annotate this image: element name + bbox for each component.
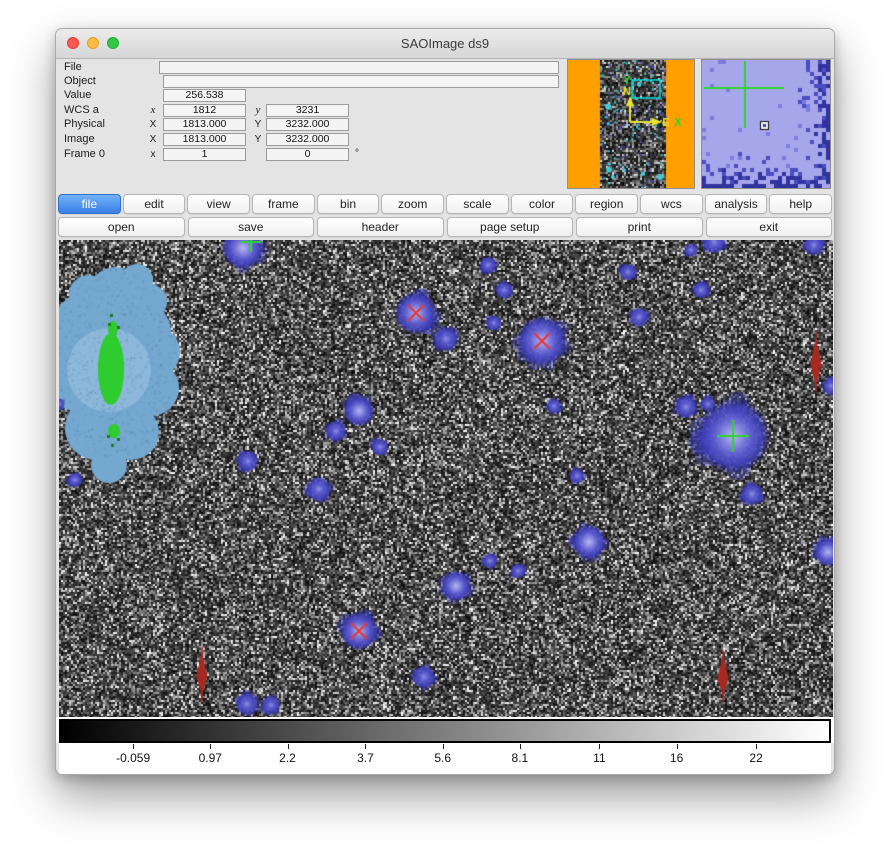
wcs-x-label: x	[148, 104, 158, 116]
menu-help[interactable]: help	[769, 194, 832, 214]
zoom-button[interactable]	[107, 37, 119, 49]
colorbar-tick-label: 2.2	[279, 751, 296, 765]
colorbar-tick-label: -0.059	[116, 751, 150, 765]
traffic-lights	[67, 37, 119, 49]
wcs-label: WCS a	[64, 104, 99, 116]
panner[interactable]	[567, 59, 695, 189]
colorbar[interactable]	[59, 719, 831, 743]
colorbar-tick-label: 22	[749, 751, 762, 765]
physical-y-field: 3232.000	[266, 118, 349, 131]
image-y-field: 3232.000	[266, 133, 349, 146]
window-title: SAOImage ds9	[56, 29, 834, 58]
menu-bar: file edit view frame bin zoom scale colo…	[56, 191, 834, 216]
colorbar-tick-label: 8.1	[512, 751, 529, 765]
desktop: SAOImage ds9 File Object Value 256.538 W…	[0, 0, 889, 862]
magnifier[interactable]	[701, 59, 831, 189]
frame-zoom-field: 1	[163, 148, 246, 161]
file-field	[159, 61, 559, 74]
colorbar-tick-label: 5.6	[434, 751, 451, 765]
physical-y-label: Y	[253, 119, 263, 130]
colorbar-tick	[599, 744, 600, 749]
colorbar-scale: -0.059 0.97 2.2 3.7 5.6 8.1 11 16 22	[59, 743, 831, 774]
titlebar[interactable]: SAOImage ds9	[56, 29, 834, 59]
minimize-button[interactable]	[87, 37, 99, 49]
close-button[interactable]	[67, 37, 79, 49]
physical-x-field: 1813.000	[163, 118, 246, 131]
image-display[interactable]	[59, 240, 833, 717]
exit-button[interactable]: exit	[706, 217, 833, 237]
image-x-label: X	[148, 134, 158, 145]
save-button[interactable]: save	[188, 217, 315, 237]
image-canvas[interactable]	[59, 240, 833, 717]
degree-symbol: °	[355, 148, 359, 159]
menu-color[interactable]: color	[511, 194, 574, 214]
colorbar-tick	[520, 744, 521, 749]
ds9-window: SAOImage ds9 File Object Value 256.538 W…	[55, 28, 835, 775]
colorbar-tick	[210, 744, 211, 749]
wcs-y-field: 3231	[266, 104, 349, 117]
colorbar-tick	[133, 744, 134, 749]
colorbar-tick	[756, 744, 757, 749]
menu-file[interactable]: file	[58, 194, 121, 214]
menu-wcs[interactable]: wcs	[640, 194, 703, 214]
colorbar-tick-label: 3.7	[357, 751, 374, 765]
magnifier-canvas[interactable]	[702, 60, 830, 188]
frame-zoom-label: x	[148, 149, 158, 160]
colorbar-section	[56, 717, 834, 743]
colorbar-tick-label: 16	[670, 751, 683, 765]
image-y-label: Y	[253, 134, 263, 145]
page-setup-button[interactable]: page setup	[447, 217, 574, 237]
physical-label: Physical	[64, 118, 105, 130]
file-label: File	[64, 61, 82, 73]
colorbar-tick-label: 0.97	[199, 751, 222, 765]
menu-region[interactable]: region	[575, 194, 638, 214]
menu-zoom[interactable]: zoom	[381, 194, 444, 214]
object-field	[163, 75, 559, 88]
colorbar-tick	[365, 744, 366, 749]
object-label: Object	[64, 75, 96, 87]
colorbar-tick-label: 11	[593, 751, 605, 765]
menu-bin[interactable]: bin	[317, 194, 380, 214]
frame-label: Frame 0	[64, 148, 105, 160]
wcs-y-label: y	[253, 104, 263, 116]
open-button[interactable]: open	[58, 217, 185, 237]
wcs-x-field: 1812	[163, 104, 246, 117]
value-field: 256.538	[163, 89, 246, 102]
colorbar-tick	[443, 744, 444, 749]
image-label: Image	[64, 133, 95, 145]
header-button[interactable]: header	[317, 217, 444, 237]
colorbar-tick	[288, 744, 289, 749]
colorbar-tick	[677, 744, 678, 749]
menu-scale[interactable]: scale	[446, 194, 509, 214]
menu-view[interactable]: view	[187, 194, 250, 214]
print-button[interactable]: print	[576, 217, 703, 237]
info-section: File Object Value 256.538 WCS a x 1812 y…	[56, 59, 834, 191]
menu-analysis[interactable]: analysis	[705, 194, 768, 214]
frame-rotate-field: 0	[266, 148, 349, 161]
menu-frame[interactable]: frame	[252, 194, 315, 214]
physical-x-label: X	[148, 119, 158, 130]
value-label: Value	[64, 89, 91, 101]
image-x-field: 1813.000	[163, 133, 246, 146]
menu-edit[interactable]: edit	[123, 194, 186, 214]
panner-canvas[interactable]	[568, 60, 694, 188]
file-command-bar: open save header page setup print exit	[56, 216, 834, 240]
